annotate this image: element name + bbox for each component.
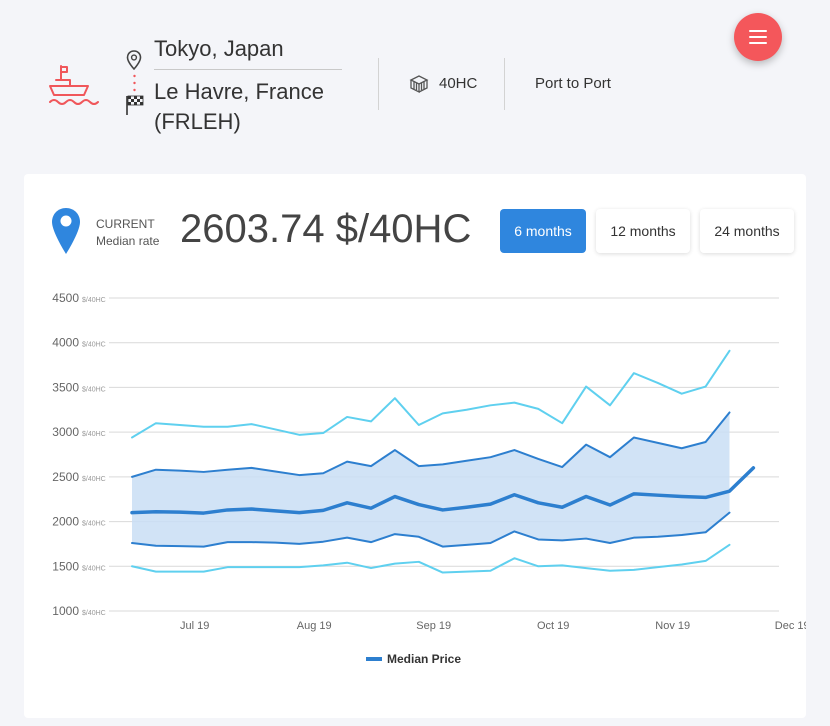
- x-tick-label: Oct 19: [537, 620, 569, 632]
- hamburger-menu-icon: [749, 30, 767, 32]
- checkered-flag-icon: [126, 95, 144, 115]
- y-tick-label: 1000: [52, 604, 79, 618]
- y-tick-unit: $/40HC: [82, 386, 106, 393]
- rate-chart: 1000 $/40HC1500 $/40HC2000 $/40HC2500 $/40HC…: [52, 291, 806, 632]
- header-divider: [504, 58, 505, 110]
- x-tick-label: Aug 19: [297, 620, 332, 632]
- legend-label-median: Median Price: [387, 652, 462, 666]
- y-tick-unit: $/40HC: [82, 431, 106, 438]
- y-tick-unit: $/40HC: [82, 297, 106, 304]
- y-tick-label: 4500: [52, 291, 79, 305]
- hamburger-menu-icon-bar: [749, 42, 767, 44]
- ship-icon: [49, 65, 99, 105]
- y-tick-label: 3000: [52, 425, 79, 439]
- x-tick-label: Dec 19: [775, 620, 806, 632]
- route-header: Tokyo, Japan Le Havre, France (FRLEH) 40…: [0, 0, 830, 170]
- y-tick-unit: $/40HC: [82, 342, 106, 349]
- origin-port: Tokyo, Japan: [154, 36, 342, 70]
- y-tick-unit: $/40HC: [82, 610, 106, 617]
- rate-card: CURRENT Median rate 2603.74 $/40HC 6 mon…: [24, 174, 806, 718]
- y-tick-label: 4000: [52, 336, 79, 350]
- y-tick-unit: $/40HC: [82, 476, 106, 483]
- y-tick-label: 2000: [52, 515, 79, 529]
- route-dots: [133, 74, 136, 92]
- y-tick-label: 2500: [52, 470, 79, 484]
- y-tick-label: 1500: [52, 559, 79, 573]
- hamburger-menu-icon-bar: [749, 36, 767, 38]
- series-line-outer-lower: [131, 543, 731, 574]
- x-tick-label: Jul 19: [180, 620, 209, 632]
- y-tick-unit: $/40HC: [82, 565, 106, 572]
- service-type: Port to Port: [535, 75, 611, 92]
- destination-port: Le Havre, France (FRLEH): [154, 79, 324, 134]
- menu-button[interactable]: [734, 13, 782, 61]
- y-tick-label: 3500: [52, 380, 79, 394]
- x-tick-label: Sep 19: [416, 620, 451, 632]
- x-tick-label: Nov 19: [655, 620, 690, 632]
- map-pin-icon: [126, 50, 142, 70]
- legend-swatch-median: [366, 657, 382, 661]
- container-icon: [409, 75, 429, 94]
- container-type: 40HC: [439, 75, 478, 92]
- series-line-outer-upper: [131, 349, 731, 439]
- header-divider: [378, 58, 379, 110]
- y-tick-unit: $/40HC: [82, 521, 106, 528]
